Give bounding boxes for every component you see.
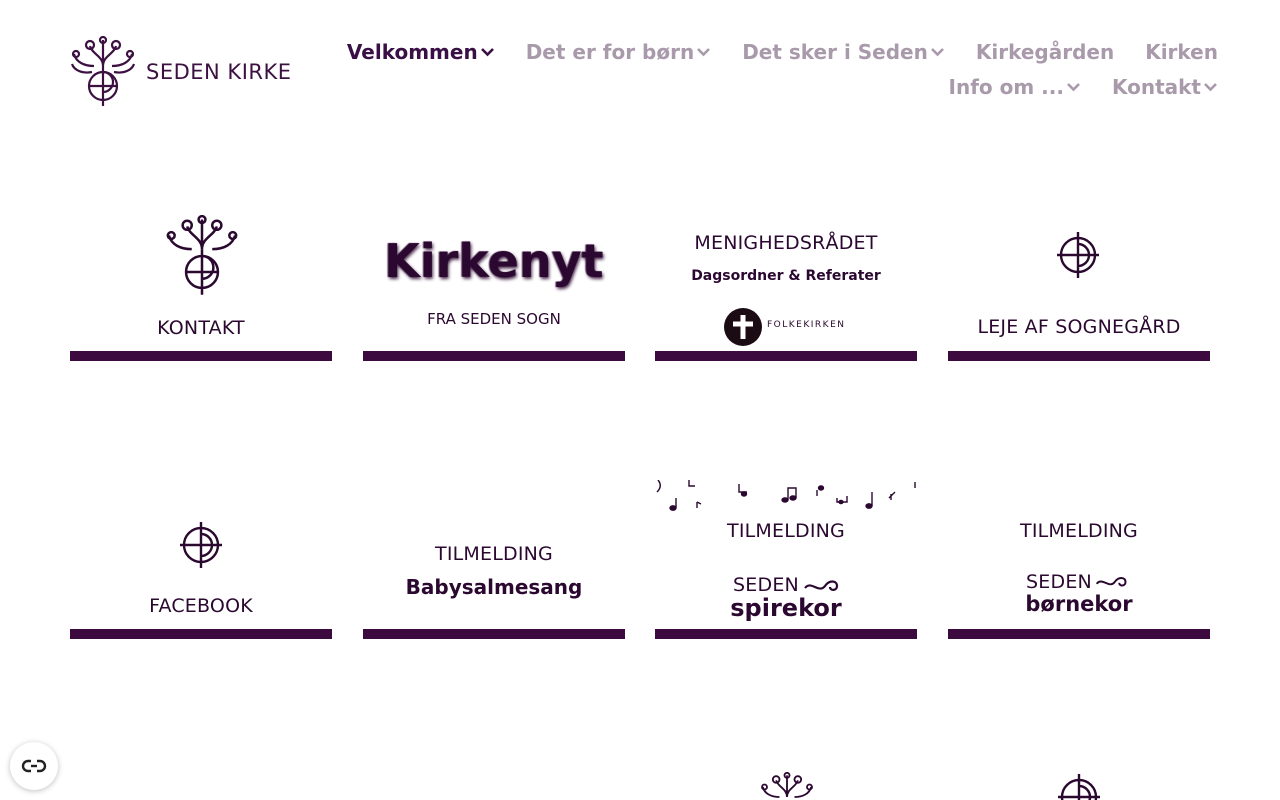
chevron-down-icon [1203, 82, 1218, 92]
tile-title: TILMELDING [435, 543, 553, 565]
nav-row-primary: Velkommen Det er for børn Det sker i Sed… [316, 40, 1218, 64]
nav-label: Velkommen [346, 40, 478, 64]
tile-spirekor[interactable]: TILMELDING SEDEN spirekor [655, 480, 917, 639]
tile-menighedsraadet[interactable]: MENIGHEDSRÅDET Dagsordner & Referater FO… [655, 210, 917, 361]
nav-item-info-om[interactable]: Info om ... [949, 75, 1081, 99]
tile-line2: spirekor [730, 594, 842, 622]
tile-row3-4[interactable] [948, 766, 1210, 800]
chevron-down-icon [480, 47, 495, 57]
tile-leje-af-sognegard[interactable]: LEJE AF SOGNEGÅRD [948, 210, 1210, 361]
site-logo-text: SEDEN KIRKE [146, 60, 292, 84]
tile-underline [655, 351, 917, 361]
church-cross-icon [180, 522, 222, 568]
tile-underline [948, 629, 1210, 639]
nav-label: Kirken [1145, 40, 1218, 64]
tile-subtitle: Babysalmesang [405, 575, 583, 599]
tile-underline [363, 351, 625, 361]
site-logo[interactable]: SEDEN KIRKE [70, 36, 292, 108]
tile-line1: SEDEN [733, 574, 799, 596]
tile-subtitle: FRA SEDEN SOGN [427, 310, 561, 328]
nav-label: Kontakt [1111, 75, 1201, 99]
church-emblem-icon [761, 772, 813, 798]
tile-underline [655, 629, 917, 639]
tile-kontakt[interactable]: KONTAKT [70, 210, 332, 361]
tile-underline [948, 351, 1210, 361]
tile-underline [363, 629, 625, 639]
tile-underline [70, 351, 332, 361]
chevron-down-icon [696, 47, 711, 57]
nav-label: Det sker i Seden [742, 40, 928, 64]
nav-label: Kirkegården [975, 40, 1115, 64]
music-notes-icon [656, 480, 916, 511]
tile-line1: SEDEN [1026, 571, 1092, 593]
tile-line2: børnekor [1025, 592, 1133, 616]
tile-label: FACEBOOK [149, 595, 253, 617]
tile-label: KONTAKT [157, 317, 245, 339]
tile-title: MENIGHEDSRÅDET [694, 232, 878, 254]
nav-item-kirkegarden[interactable]: Kirkegården [976, 40, 1114, 64]
nav-label: Info om ... [948, 75, 1064, 99]
tile-bornekor[interactable]: TILMELDING SEDEN børnekor [948, 488, 1210, 639]
tile-title: Kirkenyt [384, 234, 604, 288]
church-cross-icon [1058, 774, 1100, 800]
tile-title: TILMELDING [727, 520, 845, 542]
tile-title: TILMELDING [1020, 520, 1138, 542]
tile-label: LEJE AF SOGNEGÅRD [977, 316, 1181, 338]
nav-item-kirken[interactable]: Kirken [1145, 40, 1218, 64]
church-emblem-icon [70, 36, 136, 106]
chevron-down-icon [1066, 82, 1081, 92]
nav-label: Det er for børn [525, 40, 695, 64]
tile-subtitle: Dagsordner & Referater [691, 268, 881, 284]
tile-underline [70, 629, 332, 639]
tile-kirkenyt[interactable]: Kirkenyt FRA SEDEN SOGN [363, 210, 625, 361]
nav-item-det-sker-i-seden[interactable]: Det sker i Seden [742, 40, 945, 64]
swirl-icon [804, 580, 839, 591]
tile-row3-3[interactable] [655, 766, 917, 800]
church-cross-icon [1057, 232, 1099, 278]
folkekirken-cross-icon [724, 308, 762, 346]
tile-badge: FOLKEKIRKEN [767, 320, 846, 330]
swirl-icon [1095, 576, 1127, 587]
tile-facebook[interactable]: FACEBOOK [70, 488, 332, 639]
nav-item-kontakt[interactable]: Kontakt [1112, 75, 1218, 99]
cookie-settings-icon [21, 759, 47, 773]
nav-item-velkommen[interactable]: Velkommen [347, 40, 495, 64]
chevron-down-icon [930, 47, 945, 57]
cookie-settings-button[interactable] [10, 742, 58, 790]
tile-babysalmesang[interactable]: TILMELDING Babysalmesang [363, 488, 625, 639]
nav-item-det-er-for-born[interactable]: Det er for børn [526, 40, 712, 64]
church-emblem-icon [166, 215, 238, 295]
nav-row-secondary: Info om ... Kontakt [918, 75, 1218, 99]
